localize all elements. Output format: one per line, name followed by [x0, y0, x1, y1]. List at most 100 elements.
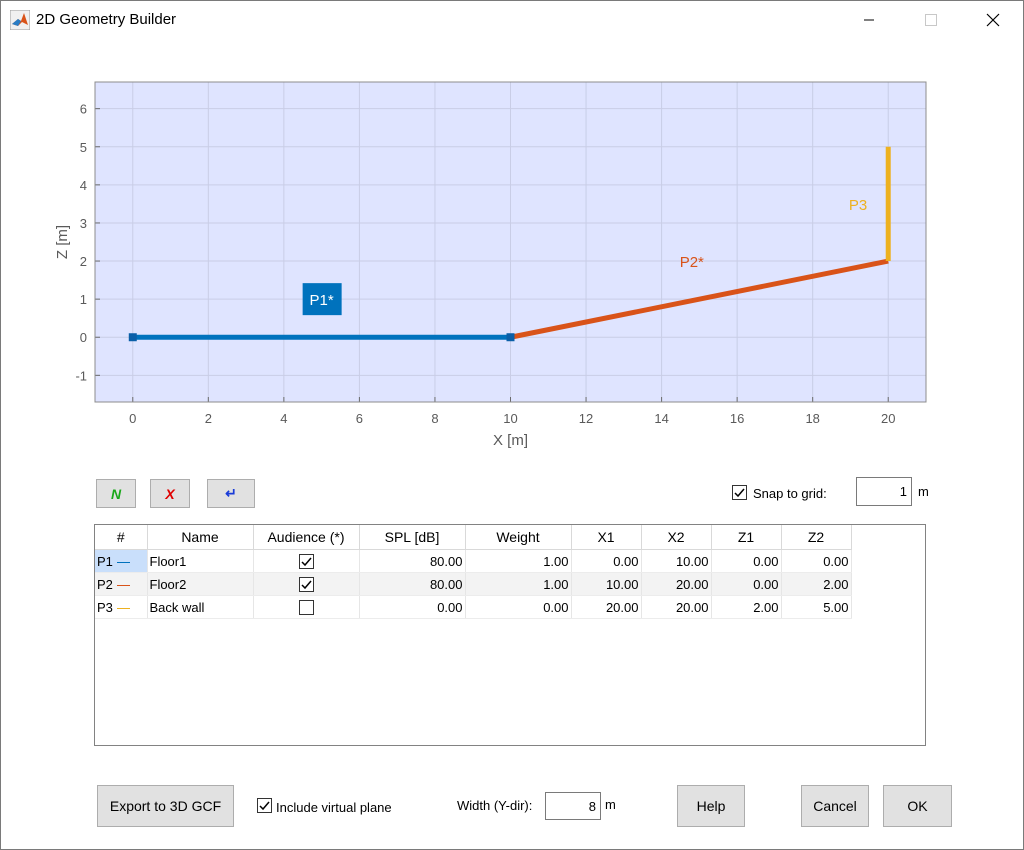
tick-label-y: 4: [80, 178, 87, 193]
checkmark-icon: [300, 580, 312, 590]
plane-id-cell[interactable]: P1: [95, 549, 148, 573]
audience-cell[interactable]: [253, 549, 360, 573]
z1-cell[interactable]: 0.00: [711, 572, 782, 596]
column-header[interactable]: X1: [571, 525, 642, 550]
z2-cell[interactable]: 0.00: [781, 549, 852, 573]
tick-label-x: 12: [579, 411, 593, 426]
plane-id: P2: [97, 576, 113, 592]
table-header-row: # Name Audience (*) SPL [dB] Weight X1 X2 Z1 Z2: [95, 525, 852, 550]
x2-cell[interactable]: 20.00: [641, 572, 712, 596]
tick-label-x: 0: [129, 411, 136, 426]
maximize-button[interactable]: [908, 0, 954, 40]
plane-id: P1: [97, 553, 113, 569]
cancel-button[interactable]: Cancel: [801, 785, 869, 827]
include-virtual-plane-label: Include virtual plane: [276, 800, 392, 815]
tick-label-y: 5: [80, 140, 87, 155]
tick-label-x: 4: [280, 411, 287, 426]
spl-cell[interactable]: 80.00: [359, 549, 466, 573]
audience-checkbox[interactable]: [298, 577, 314, 593]
plane-label-3[interactable]: P3: [849, 197, 867, 214]
planes-table-grid: # Name Audience (*) SPL [dB] Weight X1 X2 Z1 Z2 …: [95, 525, 852, 619]
line-color-swatch: [116, 584, 130, 586]
x1-cell[interactable]: 10.00: [571, 572, 642, 596]
spl-cell[interactable]: 80.00: [359, 572, 466, 596]
x2-cell[interactable]: 20.00: [641, 595, 712, 619]
checkmark-icon: [300, 557, 312, 567]
grid-size-input[interactable]: 1: [856, 477, 912, 506]
z1-cell[interactable]: 0.00: [711, 549, 782, 573]
x1-cell[interactable]: 0.00: [571, 549, 642, 573]
column-header[interactable]: Z1: [711, 525, 782, 550]
z2-cell[interactable]: 5.00: [781, 595, 852, 619]
audience-checkbox[interactable]: [298, 554, 314, 570]
name-cell[interactable]: Floor1: [147, 549, 254, 573]
plane-id: P3: [97, 599, 113, 615]
audience-cell[interactable]: [253, 595, 360, 619]
column-header[interactable]: SPL [dB]: [359, 525, 466, 550]
tick-label-x: 2: [205, 411, 212, 426]
audience-cell[interactable]: [253, 572, 360, 596]
maximize-icon: [925, 14, 937, 26]
z1-cell[interactable]: 2.00: [711, 595, 782, 619]
grid-size-unit: m: [918, 484, 929, 499]
column-header[interactable]: Audience (*): [253, 525, 360, 550]
tick-label-x: 18: [805, 411, 819, 426]
plane-label-1[interactable]: P1*: [310, 292, 334, 309]
width-unit: m: [605, 797, 616, 812]
matlab-icon: [10, 10, 30, 30]
tick-label-y: 3: [80, 216, 87, 231]
delete-plane-button[interactable]: X: [150, 479, 190, 508]
minimize-icon: [864, 19, 874, 21]
tick-label-y: -1: [75, 368, 87, 383]
tick-label-x: 10: [503, 411, 517, 426]
endpoint-marker[interactable]: [128, 333, 137, 342]
column-header[interactable]: Name: [147, 525, 254, 550]
weight-cell[interactable]: 1.00: [465, 549, 572, 573]
minimize-button[interactable]: [846, 0, 892, 40]
x2-cell[interactable]: 10.00: [641, 549, 712, 573]
name-cell[interactable]: Back wall: [147, 595, 254, 619]
line-color-swatch: [116, 561, 130, 563]
column-header[interactable]: Weight: [465, 525, 572, 550]
tick-label-y: 2: [80, 254, 87, 269]
endpoint-marker[interactable]: [506, 333, 515, 342]
ok-button[interactable]: OK: [883, 785, 952, 827]
plane-id-cell[interactable]: P3: [95, 595, 148, 619]
table-row[interactable]: P2 Floor2 80.00 1.00 10.00 20.00 0.00 2.00: [95, 572, 852, 596]
z2-cell[interactable]: 2.00: [781, 572, 852, 596]
export-to-3d-gcf-button[interactable]: Export to 3D GCF: [97, 785, 234, 827]
name-cell[interactable]: Floor2: [147, 572, 254, 596]
audience-checkbox[interactable]: [298, 600, 314, 616]
x1-cell[interactable]: 20.00: [571, 595, 642, 619]
help-button[interactable]: Help: [677, 785, 745, 827]
tick-label-y: 1: [80, 292, 87, 307]
checkmark-icon: [259, 801, 270, 811]
plane-id-cell[interactable]: P2: [95, 572, 148, 596]
table-row[interactable]: P3 Back wall 0.00 0.00 20.00 20.00 2.00 5.00: [95, 595, 852, 619]
geometry-plot[interactable]: 0 2 4 6 8 10 12 14 16 18 20-10123456 P1*P2*P3 X [m…: [0, 40, 1024, 460]
table-row[interactable]: P1 Floor1 80.00 1.00 0.00 10.00 0.00 0.00: [95, 549, 852, 573]
tick-label-x: 16: [730, 411, 744, 426]
include-virtual-plane-checkbox[interactable]: [257, 798, 272, 813]
apply-button[interactable]: ↵: [207, 479, 255, 508]
tick-label-x: 8: [431, 411, 438, 426]
close-button[interactable]: [970, 0, 1016, 40]
weight-cell[interactable]: 1.00: [465, 572, 572, 596]
plane-label-2[interactable]: P2*: [680, 254, 704, 271]
tick-label-y: 6: [80, 102, 87, 117]
spl-cell[interactable]: 0.00: [359, 595, 466, 619]
planes-table[interactable]: # Name Audience (*) SPL [dB] Weight X1 X2 Z1 Z2 …: [94, 524, 926, 746]
close-icon: [986, 13, 1000, 27]
x-axis-label: X [m]: [493, 432, 528, 449]
column-header[interactable]: #: [95, 525, 148, 550]
width-input[interactable]: 8: [545, 792, 601, 820]
new-plane-button[interactable]: N: [96, 479, 136, 508]
window-title: 2D Geometry Builder: [36, 11, 177, 28]
snap-to-grid-checkbox[interactable]: [732, 485, 747, 500]
enter-icon: ↵: [225, 485, 237, 501]
weight-cell[interactable]: 0.00: [465, 595, 572, 619]
column-header[interactable]: X2: [641, 525, 712, 550]
column-header[interactable]: Z2: [781, 525, 852, 550]
snap-to-grid-label: Snap to grid:: [753, 486, 827, 501]
checkmark-icon: [734, 488, 745, 498]
